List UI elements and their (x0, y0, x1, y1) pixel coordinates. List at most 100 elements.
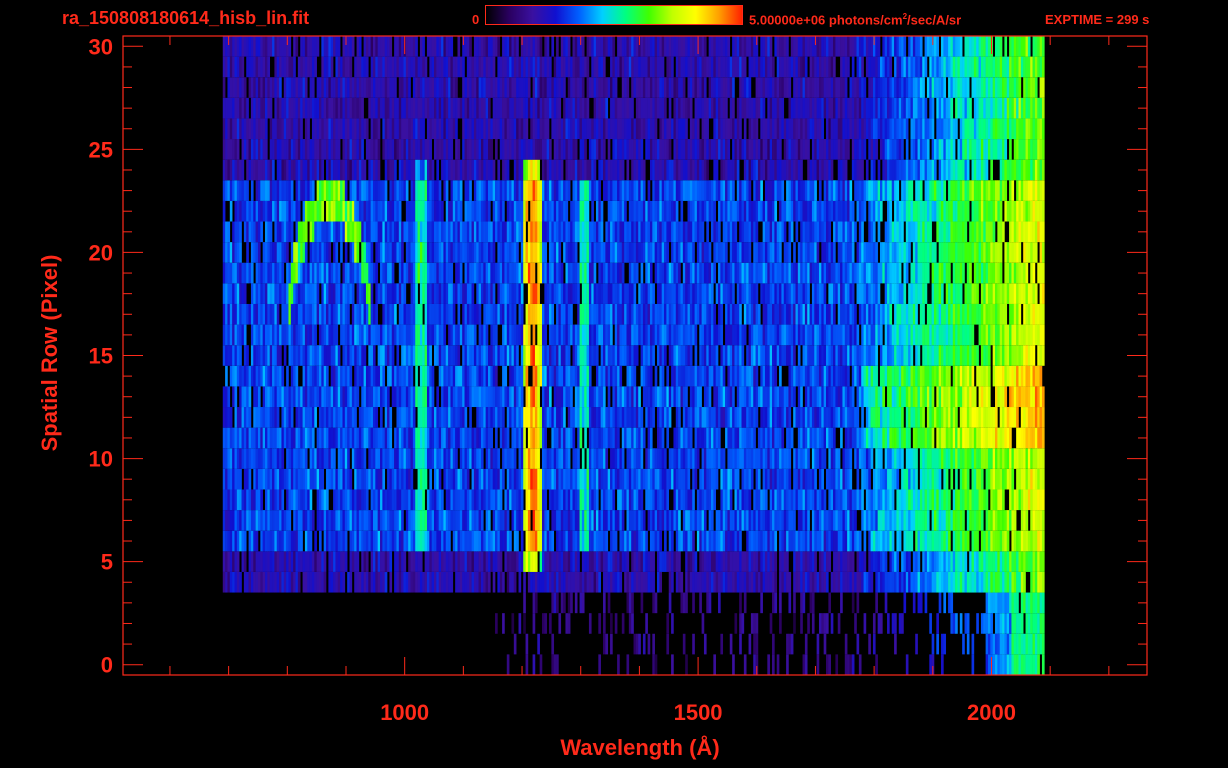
heatmap-cell (950, 468, 954, 490)
heatmap-cell (368, 283, 371, 304)
heatmap-cell (868, 345, 871, 366)
heatmap-cell (926, 407, 930, 428)
heatmap-cell (971, 633, 975, 655)
heatmap-cell (286, 303, 289, 325)
heatmap-cell (901, 448, 904, 469)
heatmap-cell (628, 510, 632, 531)
heatmap-cell (572, 510, 576, 531)
heatmap-cell (797, 510, 801, 531)
heatmap-cell (365, 468, 369, 490)
heatmap-cell (593, 345, 597, 366)
heatmap-cell (441, 530, 444, 552)
heatmap-cell (675, 365, 679, 387)
heatmap-cell (607, 510, 611, 531)
heatmap-cell (786, 510, 789, 531)
heatmap-cell (814, 303, 817, 325)
heatmap-cell (401, 551, 404, 572)
heatmap-cell (685, 551, 688, 572)
heatmap-cell (408, 324, 411, 346)
heatmap-cell (856, 407, 860, 428)
heatmap-cell (342, 283, 346, 304)
heatmap-cell (492, 324, 496, 346)
heatmap-cell (894, 427, 897, 449)
heatmap-cell (603, 592, 606, 614)
heatmap-cell (854, 613, 857, 634)
heatmap-cell (844, 510, 848, 531)
heatmap-cell (647, 324, 651, 346)
heatmap-cell (804, 303, 808, 325)
heatmap-cell (959, 386, 963, 408)
heatmap-cell (657, 489, 660, 511)
heatmap-cell (417, 468, 421, 490)
heatmap-cell (924, 489, 928, 511)
heatmap-cell (396, 345, 400, 366)
heatmap-cell (659, 283, 662, 304)
heatmap-cell (1011, 345, 1015, 366)
heatmap-cell (398, 530, 402, 552)
heatmap-cell (997, 386, 1001, 408)
heatmap-cell (769, 489, 773, 511)
heatmap-cell (779, 551, 782, 572)
heatmap-cell (614, 365, 618, 387)
heatmap-cell (772, 551, 775, 572)
heatmap-cell (699, 345, 702, 366)
heatmap-cell (438, 324, 442, 346)
heatmap-cell (516, 489, 519, 511)
heatmap-cell (539, 510, 543, 531)
heatmap-cell (880, 448, 883, 469)
heatmap-cell (891, 365, 895, 387)
heatmap-cell (788, 510, 792, 531)
heatmap-cell (826, 551, 829, 572)
heatmap-cell (426, 551, 430, 572)
heatmap-cell (410, 489, 414, 511)
heatmap-cell (541, 613, 545, 634)
heatmap-cell (1020, 571, 1024, 593)
heatmap-cell (323, 571, 327, 593)
heatmap-cell (941, 510, 944, 531)
heatmap-cell (790, 530, 794, 552)
heatmap-cell (1025, 407, 1029, 428)
heatmap-cell (532, 407, 536, 428)
heatmap-cell (875, 530, 878, 552)
heatmap-cell (518, 303, 522, 325)
heatmap-cell (598, 386, 601, 408)
heatmap-cell (283, 407, 287, 428)
heatmap-cell (403, 427, 407, 449)
heatmap-cell (326, 468, 329, 490)
heatmap-cell (380, 468, 383, 490)
heatmap-cell (847, 303, 850, 325)
heatmap-cell (821, 407, 824, 428)
heatmap-cell (229, 571, 233, 593)
heatmap-cell (300, 468, 303, 490)
heatmap-cell (502, 407, 505, 428)
heatmap-cell (1006, 427, 1010, 449)
heatmap-cell (560, 448, 564, 469)
heatmap-cell (424, 283, 428, 304)
heatmap-cell (537, 345, 540, 366)
heatmap-cell (638, 530, 641, 552)
heatmap-cell (781, 345, 785, 366)
heatmap-cell (992, 489, 996, 511)
heatmap-cell (255, 303, 259, 325)
heatmap-cell (809, 427, 813, 449)
heatmap-cell (922, 510, 925, 531)
heatmap-cell (675, 303, 679, 325)
heatmap-cell (635, 489, 639, 511)
heatmap-cell (941, 489, 944, 511)
heatmap-cell (283, 510, 287, 531)
heatmap-cell (896, 324, 900, 346)
heatmap-cell (480, 427, 484, 449)
heatmap-cell (326, 303, 329, 325)
heatmap-cell (647, 303, 651, 325)
heatmap-cell (833, 448, 836, 469)
heatmap-cell (685, 468, 688, 490)
heatmap-cell (903, 303, 907, 325)
heatmap-cell (760, 345, 763, 366)
heatmap-cell (734, 571, 738, 593)
heatmap-cell (840, 324, 843, 346)
heatmap-cell (678, 345, 681, 366)
heatmap-cell (903, 324, 907, 346)
heatmap-cell (1002, 613, 1005, 634)
heatmap-cell (941, 303, 944, 325)
heatmap-cell (664, 324, 667, 346)
